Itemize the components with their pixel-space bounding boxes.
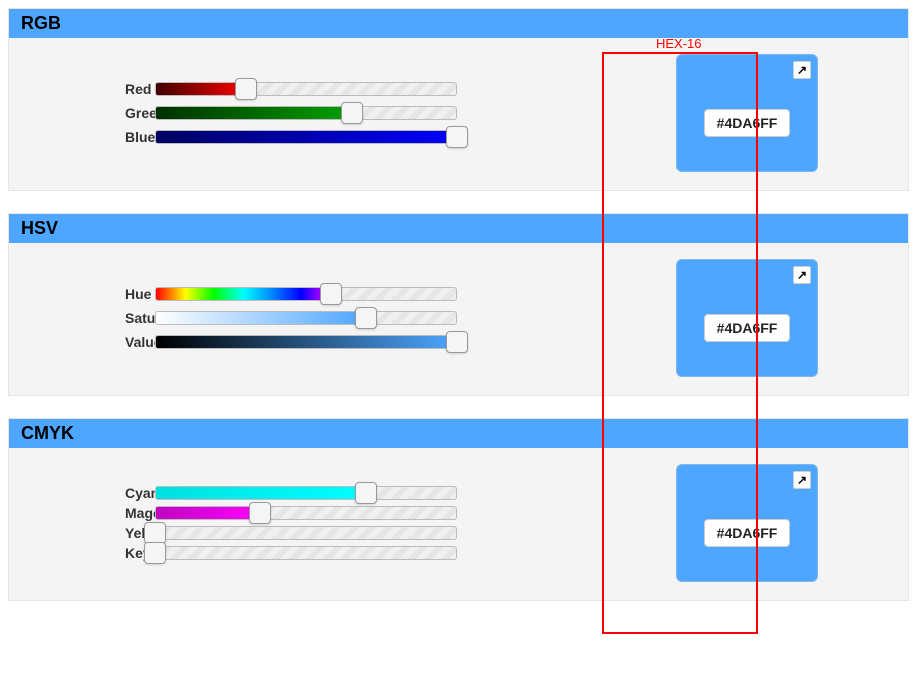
hsv-swatch: ↗ #4DA6FF	[676, 259, 818, 377]
hsv-swatch-col: ↗ #4DA6FF	[608, 259, 898, 377]
hue-slider[interactable]	[155, 287, 457, 301]
green-slider-row: Green	[19, 105, 608, 121]
key-thumb[interactable]	[144, 542, 166, 564]
key-slider[interactable]	[155, 546, 457, 560]
key-slider-row: Key	[19, 545, 608, 561]
value-thumb[interactable]	[446, 331, 468, 353]
cyan-label: Cyan	[19, 485, 139, 501]
cyan-thumb[interactable]	[355, 482, 377, 504]
blue-thumb[interactable]	[446, 126, 468, 148]
hsv-hex-value[interactable]: #4DA6FF	[704, 314, 791, 342]
hsv-section: HSV Hue Saturation Value	[8, 213, 909, 396]
blue-label: Blue	[19, 129, 139, 145]
cmyk-body: Cyan Magenta Yellow	[9, 448, 908, 600]
rgb-body: Red Green Blue	[9, 38, 908, 190]
value-slider-row: Value	[19, 334, 608, 350]
value-label: Value	[19, 334, 139, 350]
expand-icon[interactable]: ↗	[793, 61, 811, 79]
cmyk-hex-value[interactable]: #4DA6FF	[704, 519, 791, 547]
magenta-thumb[interactable]	[249, 502, 271, 524]
magenta-label: Magenta	[19, 505, 139, 521]
rgb-header: RGB	[9, 9, 908, 38]
cyan-slider[interactable]	[155, 486, 457, 500]
hue-slider-row: Hue	[19, 286, 608, 302]
magenta-slider[interactable]	[155, 506, 457, 520]
rgb-swatch-col: ↗ #4DA6FF	[608, 54, 898, 172]
hsv-body: Hue Saturation Value	[9, 243, 908, 395]
cmyk-section: CMYK Cyan Magenta Yellow	[8, 418, 909, 601]
rgb-sliders: Red Green Blue	[19, 73, 608, 153]
expand-icon[interactable]: ↗	[793, 266, 811, 284]
hsv-sliders: Hue Saturation Value	[19, 278, 608, 358]
saturation-label: Saturation	[19, 310, 139, 326]
rgb-swatch: ↗ #4DA6FF	[676, 54, 818, 172]
yellow-slider[interactable]	[155, 526, 457, 540]
cmyk-swatch-col: ↗ #4DA6FF	[608, 464, 898, 582]
hue-thumb[interactable]	[320, 283, 342, 305]
green-label: Green	[19, 105, 139, 121]
yellow-thumb[interactable]	[144, 522, 166, 544]
red-thumb[interactable]	[235, 78, 257, 100]
rgb-section: RGB Red Green Blue	[8, 8, 909, 191]
green-thumb[interactable]	[341, 102, 363, 124]
green-slider[interactable]	[155, 106, 457, 120]
yellow-slider-row: Yellow	[19, 525, 608, 541]
red-label: Red	[19, 81, 139, 97]
red-slider-row: Red	[19, 81, 608, 97]
cyan-slider-row: Cyan	[19, 485, 608, 501]
saturation-thumb[interactable]	[355, 307, 377, 329]
cmyk-header: CMYK	[9, 419, 908, 448]
red-slider[interactable]	[155, 82, 457, 96]
saturation-slider[interactable]	[155, 311, 457, 325]
magenta-slider-row: Magenta	[19, 505, 608, 521]
rgb-hex-value[interactable]: #4DA6FF	[704, 109, 791, 137]
cmyk-swatch: ↗ #4DA6FF	[676, 464, 818, 582]
blue-slider[interactable]	[155, 130, 457, 144]
expand-icon[interactable]: ↗	[793, 471, 811, 489]
blue-slider-row: Blue	[19, 129, 608, 145]
saturation-slider-row: Saturation	[19, 310, 608, 326]
value-slider[interactable]	[155, 335, 457, 349]
hsv-header: HSV	[9, 214, 908, 243]
yellow-label: Yellow	[19, 525, 139, 541]
cmyk-sliders: Cyan Magenta Yellow	[19, 481, 608, 565]
key-label: Key	[19, 545, 139, 561]
hue-label: Hue	[19, 286, 139, 302]
annotation-label: HEX-16	[656, 36, 702, 51]
